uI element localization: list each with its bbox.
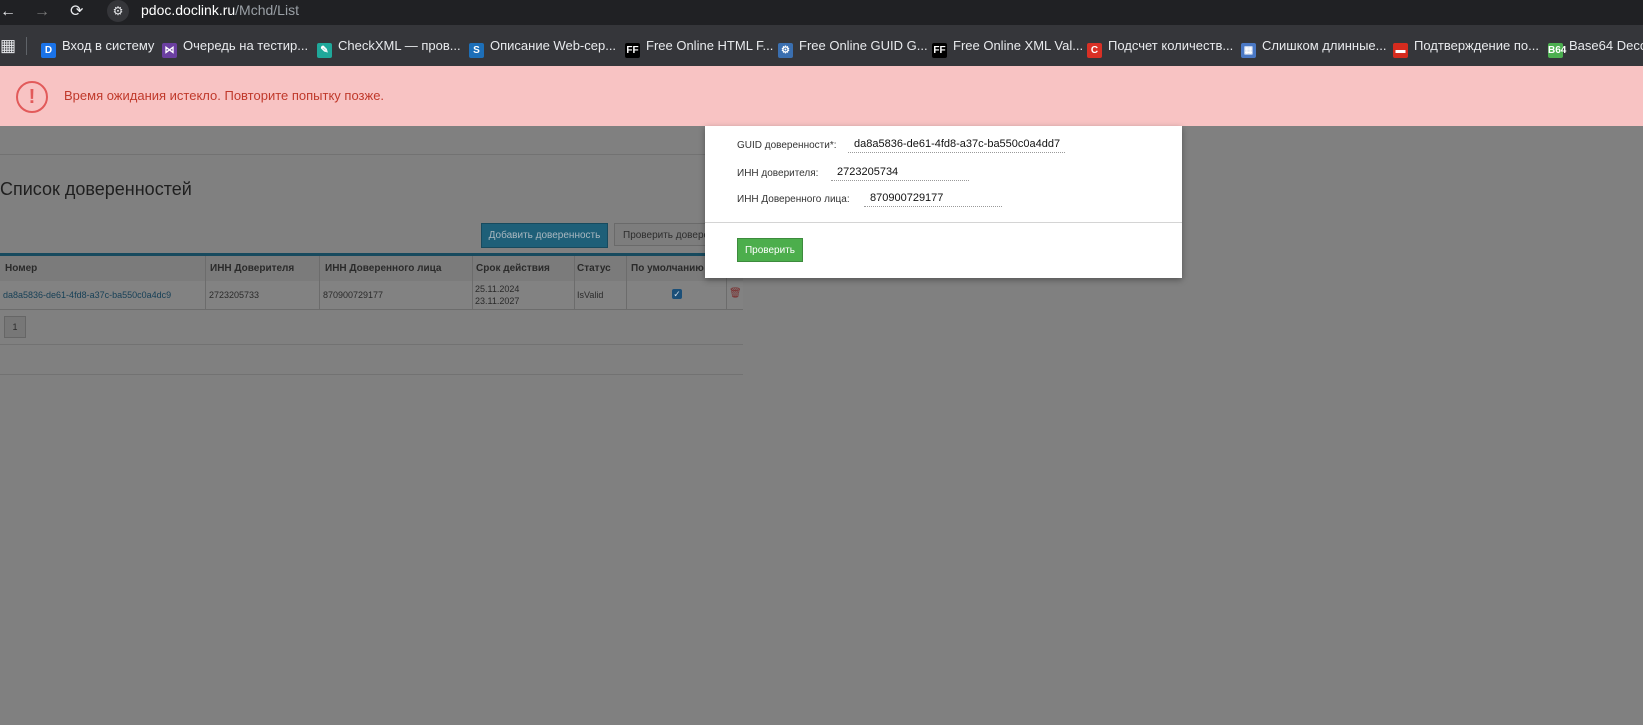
- error-alert: ! Время ожидания истекло. Повторите попы…: [0, 66, 1643, 126]
- browser-address-bar: ← → ⟳ ⚙ pdoc.doclink.ru/Mchd/List: [0, 0, 1643, 25]
- bookmark-item[interactable]: S Описание Web-сер...: [469, 36, 617, 58]
- bookmark-item[interactable]: B64Base64 Decod: [1548, 36, 1643, 58]
- back-icon[interactable]: ←: [0, 3, 16, 21]
- bookmark-item[interactable]: FF Free Online HTML F...: [625, 36, 774, 58]
- bookmark-label: CheckXML — пров...: [338, 38, 461, 53]
- bookmark-favicon-icon: ⚙: [778, 43, 793, 58]
- reload-icon[interactable]: ⟳: [70, 3, 83, 21]
- cell-valid-from: 25.11.2024: [475, 284, 520, 294]
- column-divider: [205, 256, 206, 309]
- add-proxy-button[interactable]: Добавить доверенность: [481, 223, 608, 248]
- site-info-icon[interactable]: ⚙: [107, 0, 129, 22]
- column-divider: [319, 256, 320, 309]
- trash-icon[interactable]: 🗑: [729, 288, 742, 299]
- bookmark-favicon-icon: ✎: [317, 43, 332, 58]
- bookmark-label: Подтверждение по...: [1414, 38, 1539, 53]
- bookmark-favicon-icon: ▦: [1241, 43, 1256, 58]
- bookmark-favicon-icon: D: [41, 43, 56, 58]
- cell-inn-trustee: 870900729177: [323, 290, 384, 300]
- column-header-default[interactable]: По умолчанию: [631, 256, 704, 281]
- column-divider: [574, 256, 575, 309]
- bookmark-label: Вход в систему: [62, 38, 155, 53]
- bookmark-favicon-icon: FF: [932, 43, 947, 58]
- proxy-number-link[interactable]: da8a5836-de61-4fd8-a37c-ba550c0a4dc9: [3, 290, 171, 300]
- url-path: /Mchd/List: [235, 2, 299, 18]
- bookmark-item[interactable]: ✎ CheckXML — пров...: [317, 36, 461, 58]
- bookmark-favicon-icon: B64: [1548, 43, 1567, 58]
- bookmark-favicon-icon: C: [1087, 43, 1102, 58]
- inn-principal-label: ИНН доверителя:: [737, 168, 819, 179]
- guid-input[interactable]: da8a5836-de61-4fd8-a37c-ba550c0a4dd7: [848, 135, 1065, 153]
- url-host: pdoc.doclink.ru: [141, 2, 236, 18]
- column-header-validity[interactable]: Срок действия: [476, 256, 550, 281]
- bookmark-label: Очередь на тестир...: [183, 38, 309, 53]
- pager-page-1[interactable]: 1: [4, 316, 26, 338]
- column-header-inn-principal[interactable]: ИНН Доверителя: [210, 256, 294, 281]
- column-header-number[interactable]: Номер: [5, 256, 37, 281]
- bookmark-item[interactable]: ⋈ Очередь на тестир...: [162, 36, 309, 58]
- page-divider: [0, 374, 743, 375]
- verify-button[interactable]: Проверить: [737, 238, 803, 262]
- cell-valid-to: 23.11.2027: [475, 296, 520, 306]
- check-proxy-dialog: GUID доверенности*: da8a5836-de61-4fd8-a…: [705, 126, 1182, 278]
- bookmark-label: Free Online GUID G...: [799, 38, 928, 53]
- column-header-status[interactable]: Статус: [577, 256, 611, 281]
- bookmark-label: Описание Web-сер...: [490, 38, 617, 53]
- bookmark-label: Free Online HTML F...: [646, 38, 774, 53]
- bookmark-item[interactable]: FF Free Online XML Val...: [932, 36, 1084, 58]
- bookmark-favicon-icon: ▬: [1393, 43, 1408, 58]
- guid-label: GUID доверенности*:: [737, 140, 837, 151]
- inn-trustee-label: ИНН Доверенного лица:: [737, 194, 850, 205]
- bookmark-item[interactable]: C Подсчет количеств...: [1087, 36, 1234, 58]
- bookmark-label: Слишком длинные...: [1262, 38, 1387, 53]
- bookmark-item[interactable]: ⚙ Free Online GUID G...: [778, 36, 928, 58]
- bookmark-item[interactable]: D Вход в систему: [41, 36, 155, 58]
- error-message: Время ожидания истекло. Повторите попытк…: [64, 88, 385, 103]
- forward-icon[interactable]: →: [34, 3, 50, 21]
- bookmark-label: Base64 Decod: [1569, 38, 1643, 53]
- bookmark-favicon-icon: FF: [625, 43, 640, 58]
- bookmark-item[interactable]: ▦ Слишком длинные...: [1241, 36, 1387, 58]
- cell-inn-principal: 2723205733: [209, 290, 260, 300]
- bookmark-favicon-icon: S: [469, 43, 484, 58]
- error-icon: !: [16, 81, 48, 113]
- column-divider: [472, 256, 473, 309]
- apps-grid-icon[interactable]: ▦: [0, 37, 16, 54]
- bookmarks-bar: ▦ D Вход в систему ⋈ Очередь на тестир... ✎ C…: [0, 25, 1643, 66]
- bookmark-label: Free Online XML Val...: [953, 38, 1084, 53]
- bookmark-label: Подсчет количеств...: [1108, 38, 1234, 53]
- url-field[interactable]: pdoc.doclink.ru/Mchd/List: [141, 2, 299, 18]
- cell-status: IsValid: [577, 290, 604, 300]
- bookmark-item[interactable]: ▬ Подтверждение по...: [1393, 36, 1539, 58]
- inn-principal-input[interactable]: 2723205734: [831, 163, 969, 181]
- bookmark-favicon-icon: ⋈: [162, 43, 177, 58]
- page-divider: [0, 344, 743, 345]
- page-title: Список доверенностей: [0, 179, 192, 199]
- default-checkbox[interactable]: ✓: [672, 289, 682, 299]
- page-divider: [0, 154, 743, 155]
- inn-trustee-input[interactable]: 870900729177: [864, 189, 1002, 207]
- dialog-divider: [705, 222, 1182, 223]
- column-header-inn-trustee[interactable]: ИНН Доверенного лица: [325, 256, 441, 281]
- bookmarks-separator: [26, 37, 27, 55]
- column-divider: [626, 256, 627, 309]
